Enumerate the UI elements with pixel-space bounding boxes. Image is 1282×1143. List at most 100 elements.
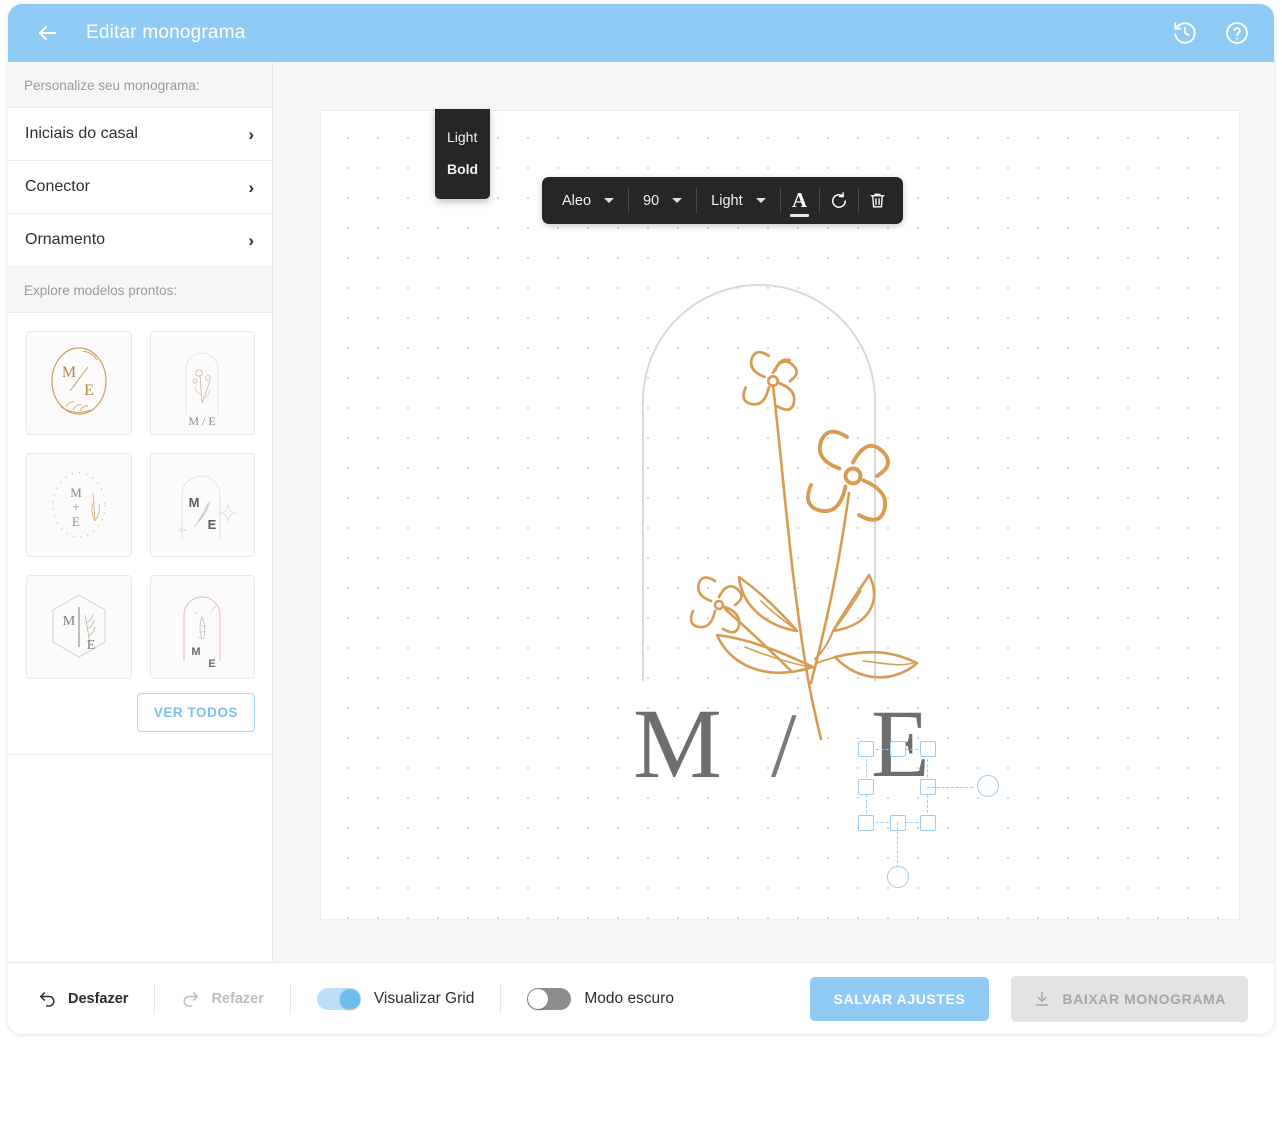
dark-mode-toggle-knob — [528, 988, 549, 1009]
see-all-wrap: VER TODOS — [8, 687, 272, 732]
font-weight-dropdown-menu: Light Bold — [435, 109, 490, 199]
selection-box[interactable] — [858, 741, 999, 888]
font-weight-option-bold[interactable]: Bold — [435, 153, 490, 185]
footer-divider — [289, 983, 291, 1014]
font-weight-select[interactable]: Light — [697, 183, 779, 219]
chevron-down-icon — [604, 198, 615, 203]
chevron-right-icon: › — [248, 230, 254, 250]
rotate-handle-bottom[interactable] — [887, 866, 909, 888]
rotate-handle-right[interactable] — [977, 775, 999, 797]
undo-icon — [40, 992, 55, 1007]
grid-toggle[interactable]: Visualizar Grid — [316, 987, 475, 1010]
trash-icon — [870, 193, 885, 208]
chevron-right-icon: › — [248, 177, 254, 197]
svg-text:+: + — [72, 499, 79, 514]
monogram-preview: M E — [177, 475, 238, 539]
arrow-left-icon — [39, 26, 56, 40]
app-window: Editar monograma Personalize seu monogra… — [8, 4, 1274, 1034]
svg-text:M: M — [192, 646, 201, 658]
svg-text:M: M — [70, 485, 82, 500]
text-format-toolbar: Aleo 90 Light A — [542, 177, 903, 224]
svg-text:M / E: M / E — [189, 414, 216, 428]
font-family-value: Aleo — [562, 192, 592, 209]
app-footer: Desfazer Refazer Visualizar Grid Modo es… — [8, 962, 1274, 1034]
page-title: Editar monograma — [86, 22, 246, 43]
text-color-icon: A — [790, 188, 810, 217]
resize-handle-bottom-center[interactable] — [890, 815, 906, 831]
app-header: Editar monograma — [8, 4, 1274, 62]
download-label: BAIXAR MONOGRAMA — [1062, 990, 1226, 1007]
resize-handle-top-center[interactable] — [890, 741, 906, 757]
monogram-preview: M E — [183, 596, 221, 670]
rotate-button[interactable] — [820, 183, 858, 219]
template-thumb-hexagon[interactable]: M E — [26, 575, 132, 679]
footer-divider — [154, 983, 156, 1014]
dark-mode-toggle[interactable]: Modo escuro — [527, 987, 674, 1010]
svg-text:E: E — [208, 517, 217, 532]
font-weight-option-light[interactable]: Light — [435, 121, 490, 153]
version-history-button[interactable] — [1170, 18, 1200, 48]
undo-label: Desfazer — [68, 990, 129, 1007]
sidebar-item-label: Iniciais do casal — [25, 125, 138, 142]
resize-handle-top-right[interactable] — [920, 741, 936, 757]
svg-text:E: E — [84, 382, 94, 399]
grid-toggle-label: Visualizar Grid — [373, 989, 475, 1007]
help-button[interactable] — [1222, 18, 1252, 48]
redo-label: Refazer — [211, 990, 264, 1007]
canvas-sheet[interactable]: M / E — [320, 110, 1240, 920]
monogram-initial-a[interactable]: M — [633, 694, 722, 794]
help-circle-icon — [1226, 22, 1248, 44]
resize-handle-bottom-left[interactable] — [858, 815, 874, 831]
svg-text:E: E — [86, 638, 95, 653]
app-body: Personalize seu monograma: Iniciais do c… — [8, 62, 1274, 962]
font-size-value: 90 — [643, 192, 660, 209]
text-color-button[interactable]: A — [781, 183, 819, 219]
dark-mode-toggle-switch[interactable] — [527, 987, 572, 1010]
sidebar-empty-area — [8, 754, 272, 962]
footer-divider — [500, 983, 502, 1014]
redo-button: Refazer — [181, 989, 264, 1008]
font-size-select[interactable]: 90 — [629, 183, 696, 219]
resize-handle-middle-left[interactable] — [858, 779, 874, 795]
download-button: BAIXAR MONOGRAMA — [1011, 975, 1248, 1022]
sidebar-item-ornamento[interactable]: Ornamento › — [8, 214, 272, 267]
back-button[interactable] — [30, 16, 64, 50]
undo-button[interactable]: Desfazer — [38, 989, 128, 1008]
download-icon — [1036, 991, 1049, 1006]
chevron-right-icon: › — [248, 124, 254, 144]
svg-text:E: E — [72, 514, 80, 529]
history-restore-icon — [1174, 22, 1196, 44]
svg-text:M: M — [62, 364, 76, 381]
redo-icon — [183, 992, 199, 1007]
template-thumb-oval-gold[interactable]: M E — [26, 331, 132, 435]
see-all-templates-button[interactable]: VER TODOS — [136, 693, 255, 732]
header-actions — [1170, 18, 1252, 48]
template-thumb-arch-sketch[interactable]: M E — [149, 575, 255, 679]
chevron-down-icon — [755, 198, 766, 203]
rotate-connector-vertical — [897, 822, 898, 868]
resize-handle-top-left[interactable] — [858, 741, 874, 757]
sidebar-item-iniciais[interactable]: Iniciais do casal › — [8, 108, 272, 161]
dark-mode-toggle-label: Modo escuro — [584, 989, 674, 1007]
sidebar-item-conector[interactable]: Conector › — [8, 161, 272, 214]
monogram-connector[interactable]: / — [771, 699, 797, 791]
save-button[interactable]: SALVAR AJUSTES — [809, 976, 990, 1021]
monogram-preview: M E — [51, 347, 107, 415]
monogram-preview: M / E — [185, 352, 219, 428]
sidebar: Personalize seu monograma: Iniciais do c… — [8, 62, 273, 962]
template-thumb-arch-leaf[interactable]: M E — [149, 453, 255, 557]
floral-branch-ornament-icon[interactable] — [321, 111, 1240, 920]
grid-toggle-switch[interactable] — [316, 987, 361, 1010]
canvas-area[interactable]: M / E — [273, 62, 1274, 962]
svg-text:M: M — [63, 614, 76, 629]
grid-toggle-knob — [339, 988, 360, 1009]
chevron-down-icon — [672, 198, 683, 203]
template-thumb-arch-floral[interactable]: M / E — [149, 331, 255, 435]
delete-button[interactable] — [859, 183, 897, 219]
svg-text:M: M — [189, 495, 200, 510]
resize-handle-bottom-right[interactable] — [920, 815, 936, 831]
template-thumb-oval-dotted[interactable]: M + E — [26, 453, 132, 557]
font-family-select[interactable]: Aleo — [548, 183, 628, 219]
sidebar-item-label: Ornamento — [25, 231, 106, 248]
artboard: M / E — [321, 111, 1239, 919]
